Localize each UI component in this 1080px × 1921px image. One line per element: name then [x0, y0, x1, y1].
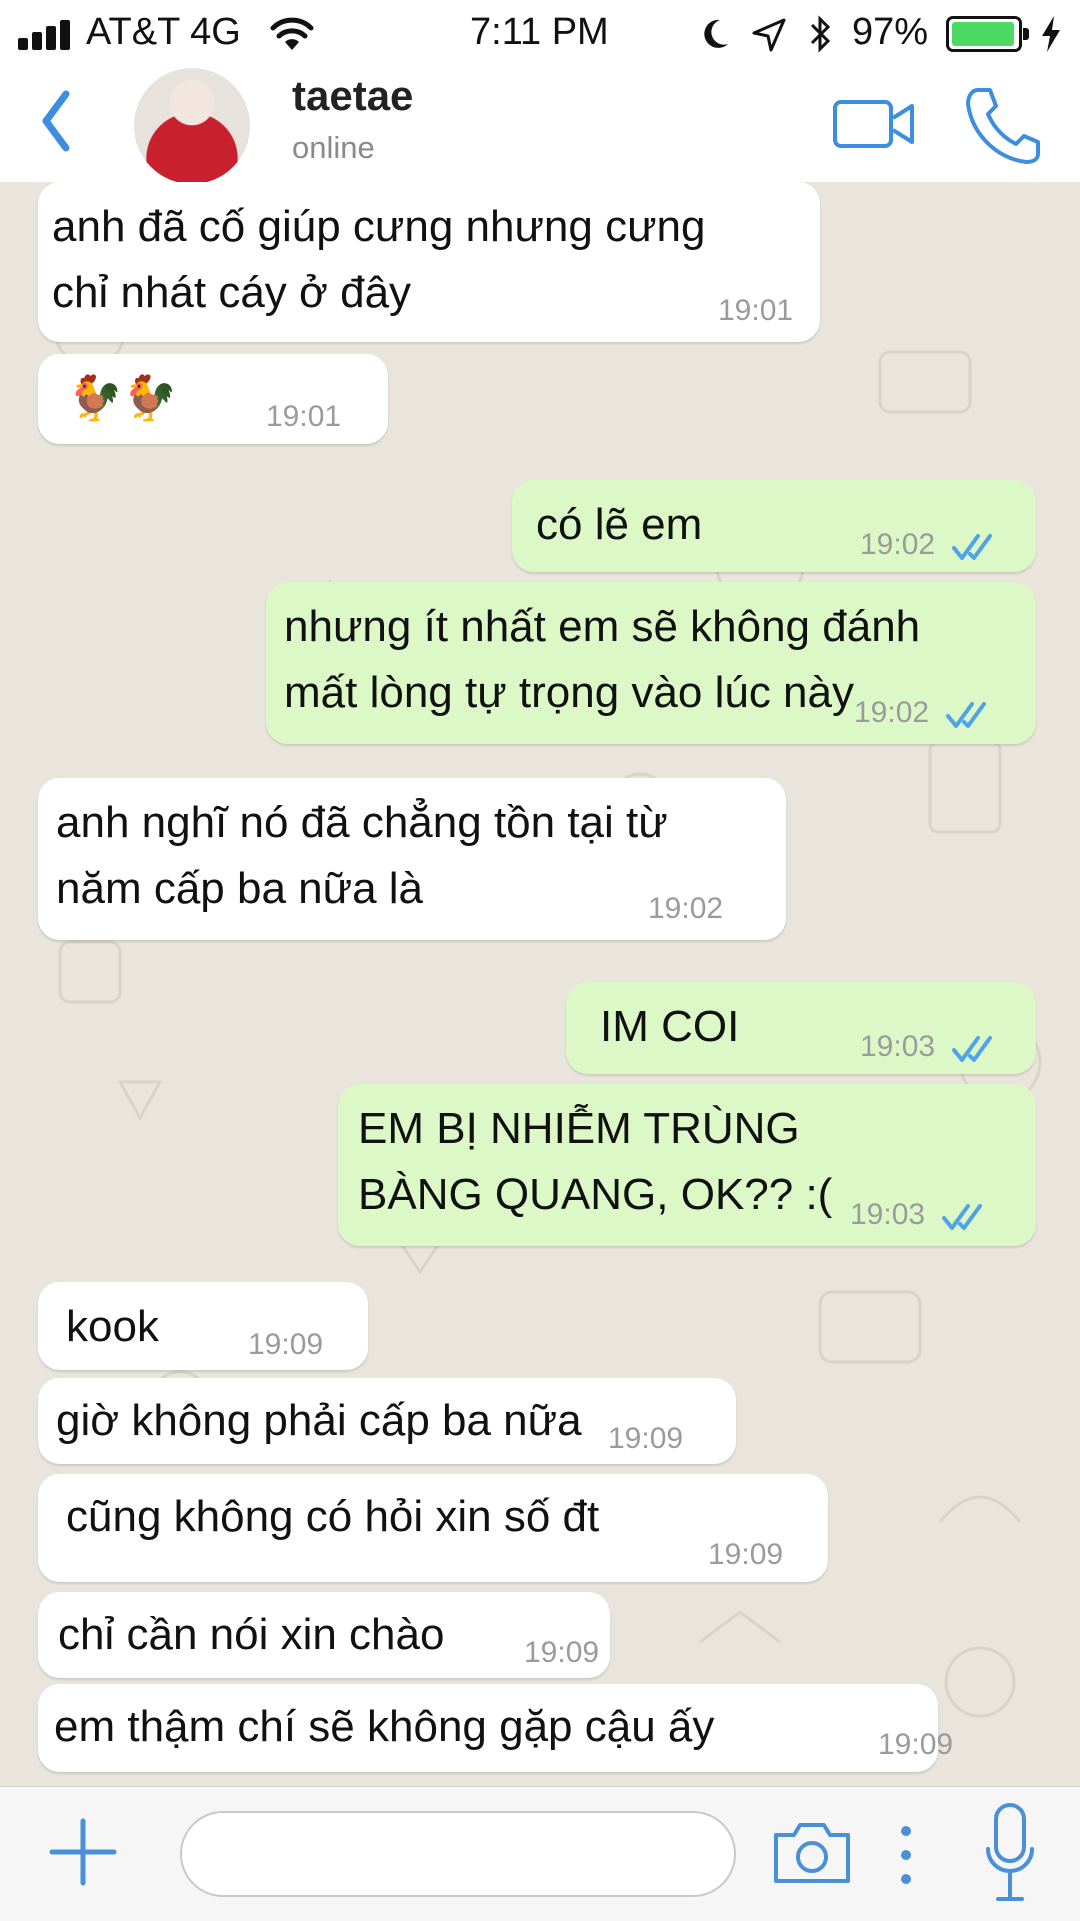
- battery-icon: [946, 16, 1029, 52]
- video-camera-icon[interactable]: [832, 94, 916, 154]
- message-timestamp: 19:09: [708, 1538, 784, 1571]
- read-receipt-icon: [942, 1204, 982, 1230]
- chevron-left-icon[interactable]: [36, 86, 76, 156]
- outgoing-message-bubble[interactable]: EM BỊ NHIỄM TRÙNG BÀNG QUANG, OK?? :( 19:…: [338, 1084, 1036, 1246]
- status-bar: AT&T 4G 7:11 PM 97%: [0, 0, 1080, 64]
- incoming-message-bubble[interactable]: em thậm chí sẽ không gặp cậu ấy 19:09: [38, 1684, 953, 1772]
- more-dots-icon[interactable]: [900, 1823, 912, 1887]
- read-receipt-icon: [952, 534, 992, 560]
- status-time: 7:11 PM: [470, 11, 609, 53]
- presence-status: online: [292, 130, 375, 165]
- message-text: cũng không có hỏi xin số đt: [66, 1492, 600, 1541]
- message-timestamp: 19:09: [524, 1636, 600, 1669]
- message-text: kook: [66, 1302, 159, 1351]
- outgoing-message-bubble[interactable]: có lẽ em 19:02: [512, 480, 1036, 572]
- avatar[interactable]: [134, 68, 250, 184]
- message-timestamp: 19:09: [608, 1422, 684, 1455]
- message-timestamp: 19:09: [878, 1728, 954, 1761]
- message-timestamp: 19:03: [860, 1030, 936, 1063]
- wifi-icon: [270, 17, 314, 50]
- plus-icon[interactable]: [46, 1815, 120, 1889]
- charging-bolt-icon: [1042, 16, 1060, 52]
- camera-icon[interactable]: [770, 1817, 854, 1889]
- chat-area[interactable]: anh đã cố giúp cưng nhưng cưng chỉ nhát …: [0, 182, 1080, 1786]
- composer-bar: [0, 1786, 1080, 1921]
- message-timestamp: 19:02: [648, 892, 724, 925]
- phone-icon[interactable]: [964, 84, 1042, 166]
- contact-name[interactable]: taetae: [292, 72, 413, 120]
- incoming-message-bubble[interactable]: giờ không phải cấp ba nữa 19:09: [38, 1378, 736, 1464]
- message-text: nhưng ít nhất em sẽ không đánh mất lòng …: [284, 602, 921, 717]
- incoming-message-bubble[interactable]: cũng không có hỏi xin số đt 19:09: [38, 1474, 828, 1582]
- message-input[interactable]: [180, 1811, 736, 1897]
- bluetooth-icon: [810, 15, 831, 53]
- message-timestamp: 19:09: [248, 1328, 324, 1361]
- message-text: EM BỊ NHIỄM TRÙNG BÀNG QUANG, OK?? :(: [358, 1104, 833, 1219]
- message-timestamp: 19:03: [850, 1198, 926, 1231]
- message-text: giờ không phải cấp ba nữa: [56, 1396, 582, 1445]
- location-arrow-icon: [752, 18, 786, 52]
- carrier-label: AT&T 4G: [86, 11, 241, 53]
- incoming-message-bubble[interactable]: anh nghĩ nó đã chẳng tồn tại từ năm cấp …: [38, 778, 786, 940]
- message-text: 🐓🐓: [68, 374, 178, 423]
- outgoing-message-bubble[interactable]: nhưng ít nhất em sẽ không đánh mất lòng …: [266, 582, 1036, 744]
- incoming-message-bubble[interactable]: chỉ cần nói xin chào 19:09: [38, 1592, 610, 1678]
- message-text: em thậm chí sẽ không gặp cậu ấy: [54, 1702, 715, 1751]
- incoming-message-bubble[interactable]: 🐓🐓 19:01: [38, 354, 388, 444]
- read-receipt-icon: [946, 702, 986, 728]
- message-text: anh nghĩ nó đã chẳng tồn tại từ năm cấp …: [56, 798, 668, 913]
- chat-header: taetae online: [0, 64, 1080, 184]
- incoming-message-bubble[interactable]: anh đã cố giúp cưng nhưng cưng chỉ nhát …: [38, 182, 820, 342]
- signal-strength-icon: [18, 20, 78, 50]
- message-timestamp: 19:01: [718, 294, 794, 327]
- battery-percent: 97%: [852, 11, 929, 53]
- message-timestamp: 19:02: [860, 528, 936, 561]
- moon-icon: [704, 19, 728, 48]
- message-text: IM COI: [600, 1002, 740, 1051]
- incoming-message-bubble[interactable]: kook 19:09: [38, 1282, 368, 1370]
- message-timestamp: 19:01: [266, 400, 342, 433]
- read-receipt-icon: [952, 1036, 992, 1062]
- outgoing-message-bubble[interactable]: IM COI 19:03: [566, 982, 1036, 1074]
- message-timestamp: 19:02: [854, 696, 930, 729]
- message-text: chỉ cần nói xin chào: [58, 1610, 445, 1659]
- microphone-icon[interactable]: [984, 1801, 1036, 1905]
- message-text: anh đã cố giúp cưng nhưng cưng chỉ nhát …: [52, 202, 706, 317]
- message-text: có lẽ em: [536, 500, 703, 549]
